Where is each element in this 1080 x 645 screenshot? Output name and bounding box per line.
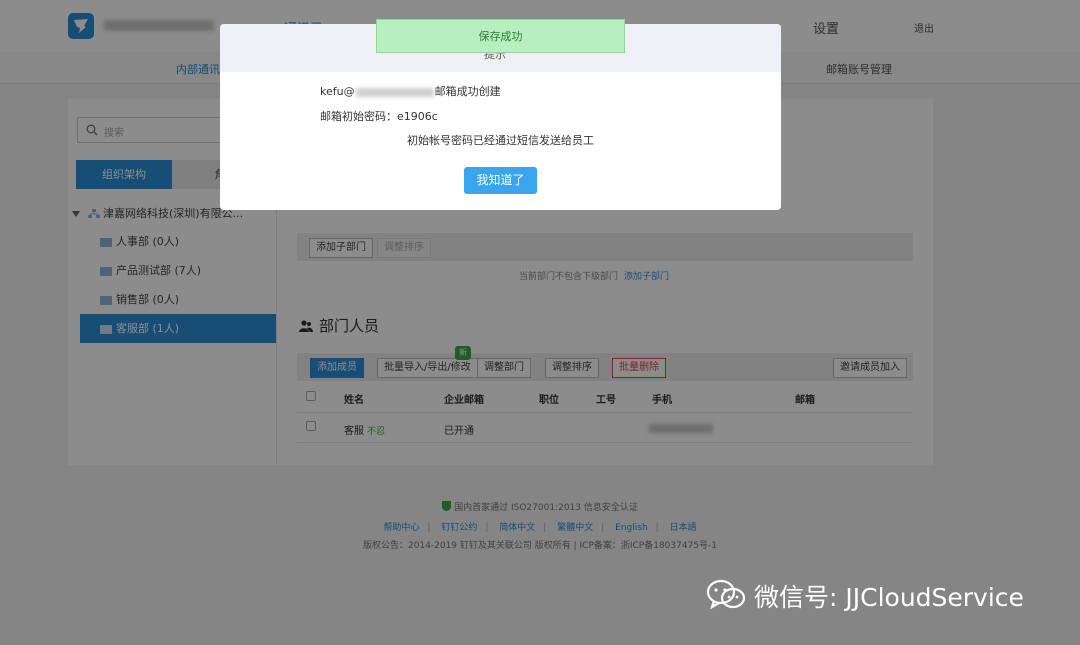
dialog-sms-note: 初始帐号密码已经通过短信发送给员工 [407, 134, 594, 147]
email-prefix: kefu@ [320, 85, 355, 98]
wechat-icon [706, 579, 746, 610]
dialog-mailbox-created: kefu@ 邮箱成功创建 [320, 83, 501, 99]
wechat-watermark: 微信号: JJCloudService [706, 578, 1024, 614]
watermark-text: 微信号: JJCloudService [754, 583, 1024, 612]
got-it-button[interactable]: 我知道了 [464, 167, 537, 194]
created-text: 邮箱成功创建 [434, 85, 501, 98]
dialog-initial-password: 邮箱初始密码：e1906c [320, 110, 438, 123]
save-success-toast: 保存成功 [376, 19, 625, 53]
email-redacted [355, 87, 434, 97]
